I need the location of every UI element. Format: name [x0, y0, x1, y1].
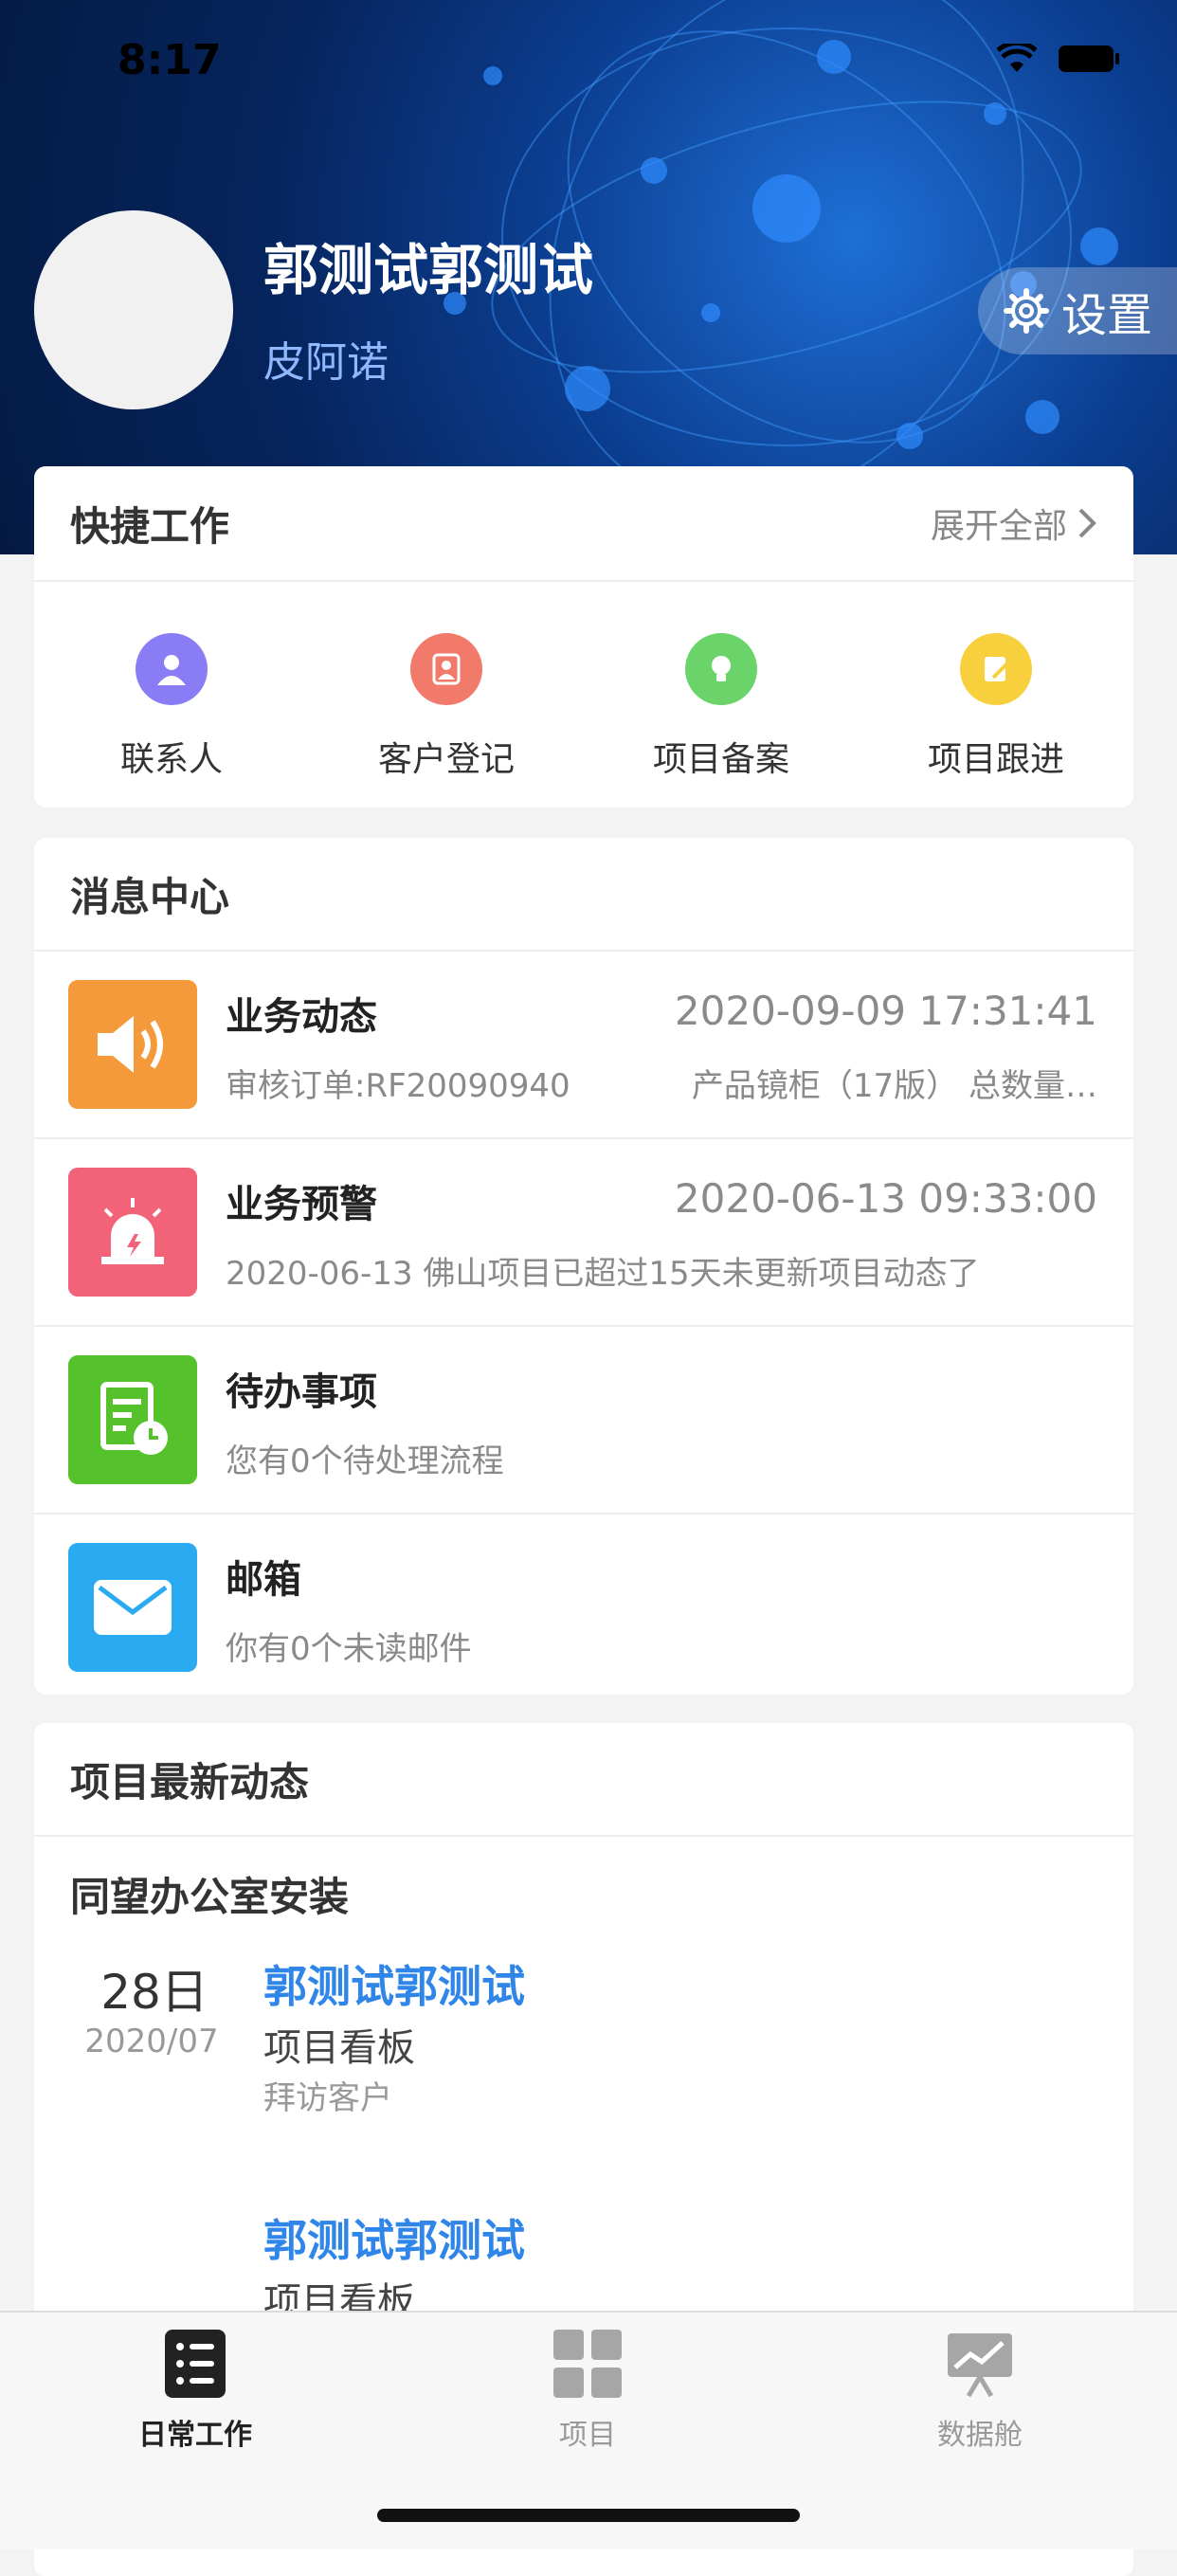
quick-item-label: 项目跟进 — [927, 740, 1064, 779]
user-company: 皮阿诺 — [263, 338, 389, 387]
message-row-business-news[interactable]: 业务动态 2020-09-09 17:31:41 审核订单:RF20090940… — [34, 952, 1133, 1137]
settings-button[interactable]: 设置 — [978, 267, 1177, 354]
tab-label: 日常工作 — [138, 2419, 252, 2452]
tab-daily-work[interactable]: 日常工作 — [81, 2330, 309, 2453]
entry-user-link[interactable]: 郭测试郭测试 — [263, 2206, 525, 2269]
quick-item-contacts[interactable]: 联系人 — [53, 633, 290, 781]
message-desc: 你有0个未读邮件 — [226, 1630, 472, 1668]
status-icons — [997, 44, 1120, 74]
quick-item-customer-register[interactable]: 客户登记 — [328, 633, 565, 781]
message-title: 邮箱 — [226, 1558, 301, 1602]
settings-label: 设置 — [1061, 289, 1153, 342]
message-row-business-warning[interactable]: 业务预警 2020-06-13 09:33:00 2020-06-13 佛山项目… — [34, 1139, 1133, 1325]
quick-work-title: 快捷工作 — [70, 502, 230, 550]
message-time: 2020-06-13 09:33:00 — [674, 1175, 1097, 1222]
project-news-title: 项目最新动态 — [70, 1758, 310, 1805]
user-name: 郭测试郭测试 — [263, 238, 594, 302]
battery-icon — [1059, 45, 1119, 72]
grid-icon — [553, 2330, 622, 2398]
list-icon — [165, 2330, 226, 2398]
tab-label: 项目 — [559, 2419, 616, 2452]
contact-icon — [136, 633, 208, 705]
quick-item-label: 联系人 — [119, 740, 223, 779]
chevron-right-icon — [1078, 508, 1096, 538]
project-name[interactable]: 同望办公室安装 — [70, 1865, 349, 1923]
message-row-mailbox[interactable]: 邮箱 你有0个未读邮件 — [34, 1515, 1133, 1700]
gear-icon — [1004, 288, 1049, 334]
tab-label: 数据舱 — [937, 2419, 1023, 2452]
home-indicator — [377, 2509, 800, 2522]
message-center-title: 消息中心 — [70, 873, 230, 920]
alarm-icon — [68, 1168, 197, 1297]
entry-action: 拜访客户 — [263, 2079, 392, 2117]
message-center-card: 消息中心 业务动态 2020-09-09 17:31:41 审核订单:RF200… — [34, 838, 1133, 1695]
quick-item-label: 项目备案 — [652, 740, 789, 779]
message-desc: 2020-06-13 佛山项目已超过15天未更新项目动态了 — [226, 1255, 980, 1293]
quick-item-project-record[interactable]: 项目备案 — [603, 633, 840, 781]
mail-icon — [68, 1543, 197, 1672]
todo-doc-icon — [68, 1355, 197, 1484]
message-desc-extra: 产品镜柜（17版） 总数量… — [691, 1067, 1097, 1105]
speaker-icon — [68, 980, 197, 1109]
quick-item-label: 客户登记 — [377, 740, 515, 779]
entry-kind: 项目看板 — [263, 2026, 415, 2070]
message-desc: 审核订单:RF20090940 — [226, 1067, 570, 1105]
quick-item-project-follow[interactable]: 项目跟进 — [878, 633, 1114, 781]
message-title: 待办事项 — [226, 1370, 377, 1414]
expand-all-link[interactable]: 展开全部 — [931, 499, 1097, 548]
tab-data-cabin[interactable]: 数据舱 — [866, 2330, 1094, 2453]
avatar[interactable] — [34, 210, 233, 409]
lightbulb-icon — [685, 633, 757, 705]
customer-register-icon — [410, 633, 482, 705]
entry-day: 28日 — [100, 1965, 208, 2020]
entry-user-link[interactable]: 郭测试郭测试 — [263, 1952, 525, 2015]
entry-month: 2020/07 — [84, 2023, 219, 2060]
message-title: 业务预警 — [226, 1183, 377, 1226]
message-desc: 您有0个待处理流程 — [226, 1442, 504, 1480]
quick-work-card: 快捷工作 展开全部 联系人 客户登记 项目备案 项目跟进 — [34, 466, 1133, 807]
message-title: 业务动态 — [226, 995, 377, 1039]
expand-all-label: 展开全部 — [930, 507, 1067, 546]
chart-board-icon — [948, 2333, 1012, 2398]
wifi-icon — [997, 44, 1037, 72]
message-row-todo[interactable]: 待办事项 您有0个待处理流程 — [34, 1327, 1133, 1513]
status-time: 8:17 — [118, 36, 222, 84]
message-time: 2020-09-09 17:31:41 — [674, 988, 1097, 1034]
tab-project[interactable]: 项目 — [474, 2330, 701, 2453]
edit-note-icon — [960, 633, 1032, 705]
